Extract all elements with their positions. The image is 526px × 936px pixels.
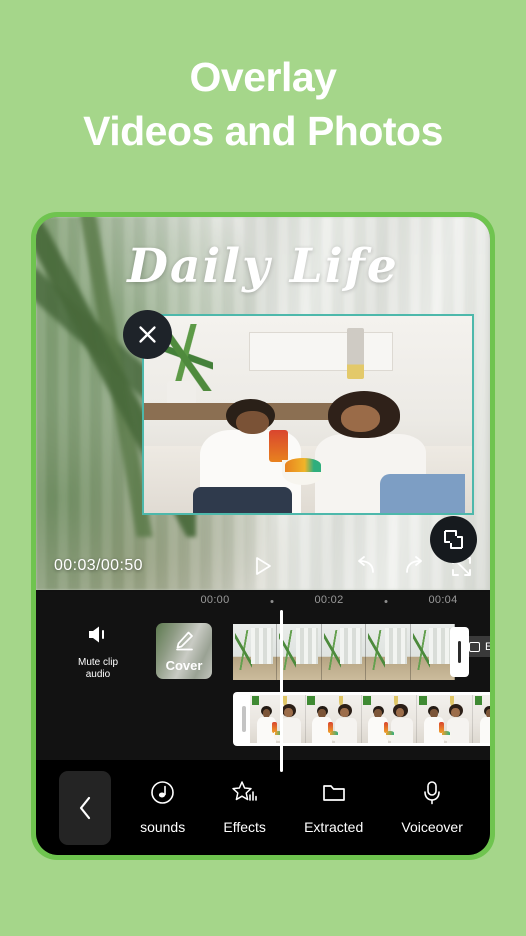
overlay-snack — [268, 430, 289, 462]
main-clip-strip[interactable] — [233, 624, 455, 680]
ruler-label-2: 00:04 — [428, 594, 458, 606]
bottom-toolbar: sounds Effects Extracted Voiceover — [36, 760, 490, 855]
close-icon[interactable] — [123, 310, 172, 359]
overlap-squares-icon[interactable] — [430, 516, 477, 563]
pencil-edit-icon — [174, 630, 195, 656]
clip-thumbnail — [321, 624, 367, 680]
overlay-person-one-face — [235, 410, 269, 435]
overlay-person-two-jeans — [380, 473, 466, 513]
overlay-thumbnail — [361, 695, 418, 743]
overlay-thumbnail — [250, 695, 306, 743]
overlay-trim-handle-left[interactable] — [242, 706, 246, 732]
ending-label: Ending — [485, 640, 490, 653]
overlay-wall-art — [248, 331, 394, 372]
mute-clip-audio-label: Mute clip audio — [77, 656, 118, 681]
video-preview[interactable]: Daily Life 00:03/00:50 — [36, 217, 490, 590]
ruler-label-1: 00:02 — [314, 594, 344, 606]
overlay-track-clip[interactable] — [233, 692, 490, 746]
phone-screen: Daily Life 00:03/00:50 00:00 00:02 00:04… — [36, 217, 490, 855]
toolbar-label-voiceover: Voiceover — [401, 819, 463, 835]
mute-speaker-icon — [86, 624, 111, 650]
overlay-person-two-face — [340, 404, 381, 433]
ruler-label-0: 00:00 — [200, 594, 230, 606]
clip-trim-handle-right[interactable] — [450, 627, 469, 677]
toolbar-item-extracted[interactable]: Extracted — [304, 781, 363, 835]
toolbar-label-extracted: Extracted — [304, 818, 364, 835]
ending-clip-icon — [469, 641, 480, 652]
clip-thumbnail — [233, 624, 278, 680]
overlay-clip-strip — [250, 695, 490, 743]
playback-bar: 00:03/00:50 — [36, 542, 490, 590]
main-video-track[interactable]: Mute clip audio Cover E — [36, 620, 490, 686]
clip-thumbnail — [277, 624, 322, 680]
play-icon[interactable] — [252, 555, 274, 577]
cover-button[interactable]: Cover — [156, 623, 212, 679]
redo-icon[interactable] — [403, 556, 425, 576]
playhead[interactable] — [280, 610, 283, 772]
star-effects-icon — [231, 780, 258, 810]
video-title-text: Daily Life — [127, 239, 399, 294]
mute-clip-audio-button[interactable]: Mute clip audio — [70, 624, 126, 682]
overlay-pendant-lamp — [347, 327, 364, 380]
ruler-tick-dot — [384, 600, 388, 603]
toolbar-label-sounds: sounds — [140, 819, 186, 835]
toolbar-item-effects[interactable]: Effects — [223, 780, 266, 835]
timecode-display: 00:03/00:50 — [54, 557, 143, 574]
timeline[interactable]: 00:00 00:02 00:04 Mute clip audio Cover … — [36, 592, 490, 772]
overlay-thumbnail — [305, 695, 362, 743]
back-button[interactable] — [59, 770, 111, 845]
music-note-icon — [150, 780, 175, 810]
toolbar-item-sounds[interactable]: sounds — [140, 780, 185, 835]
timeline-ruler[interactable]: 00:00 00:02 00:04 — [36, 592, 490, 612]
folder-icon — [321, 781, 347, 810]
microphone-icon — [421, 780, 443, 810]
toolbar-item-voiceover[interactable]: Voiceover — [401, 780, 463, 835]
undo-icon[interactable] — [355, 556, 377, 576]
overlay-clip-selection[interactable] — [142, 314, 474, 515]
cover-label: Cover — [165, 657, 203, 673]
headline-line-2: Videos and Photos — [83, 108, 443, 155]
overlay-person-one-jeans — [193, 487, 292, 513]
headline-line-1: Overlay — [189, 54, 337, 100]
ruler-tick-dot — [270, 600, 274, 603]
phone-frame: Daily Life 00:03/00:50 00:00 00:02 00:04… — [31, 212, 495, 860]
overlay-thumbnail — [417, 695, 474, 743]
clip-thumbnail — [410, 624, 455, 680]
chevron-left-icon — [79, 796, 90, 819]
toolbar-items: sounds Effects Extracted Voiceover — [111, 780, 490, 835]
toolbar-label-effects: Effects — [223, 819, 266, 835]
clip-thumbnail — [366, 624, 411, 680]
overlay-thumbnail — [473, 695, 490, 743]
overlay-food — [285, 457, 322, 472]
page-title: Overlay Videos and Photos — [0, 50, 526, 158]
